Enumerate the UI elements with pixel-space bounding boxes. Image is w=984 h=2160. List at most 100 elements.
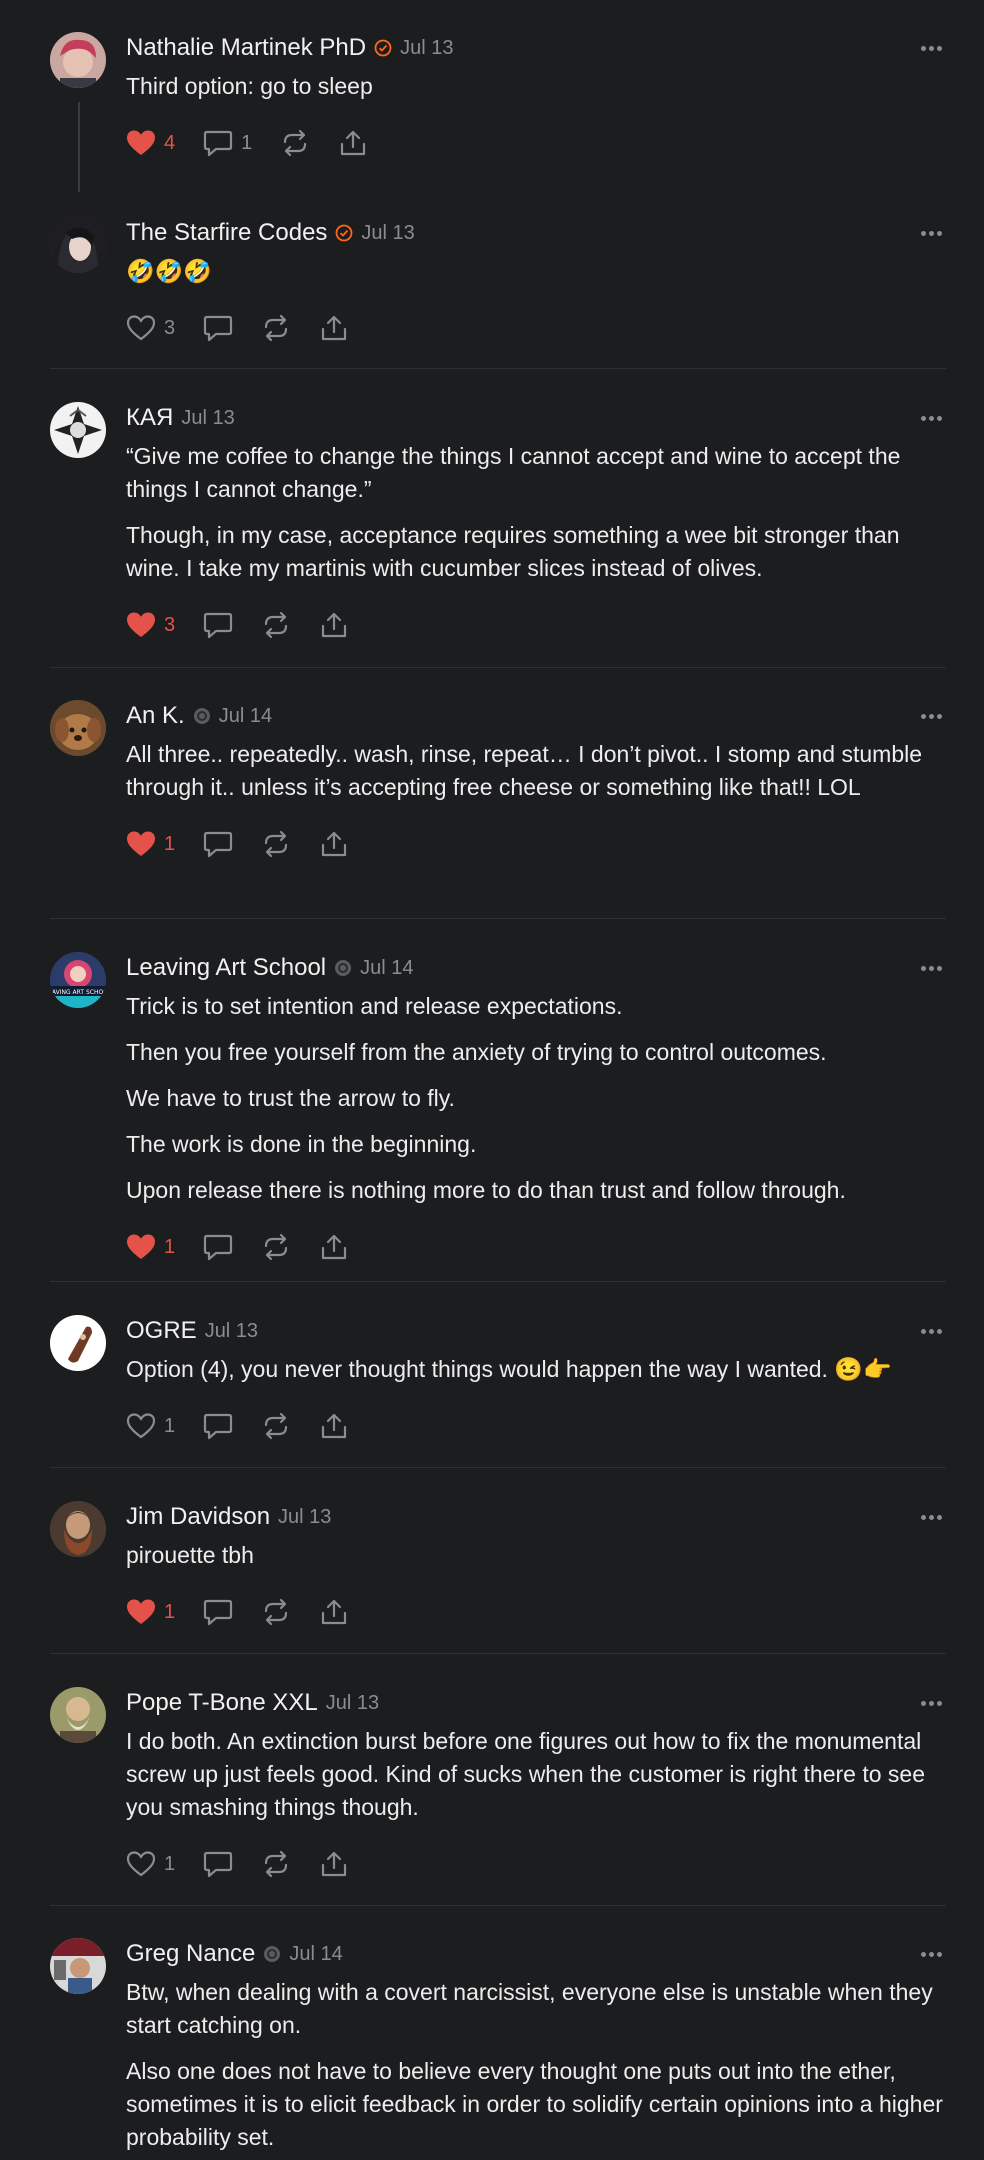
- comment-date[interactable]: Jul 14: [360, 957, 413, 980]
- reply-button[interactable]: [203, 1406, 233, 1446]
- comment-bubble-icon: [204, 1851, 233, 1878]
- like-count: 1: [164, 1852, 176, 1875]
- restack-button[interactable]: [261, 824, 291, 864]
- comment-date[interactable]: Jul 13: [326, 1692, 379, 1715]
- author-name[interactable]: Pope T-Bone XXL: [126, 1689, 318, 1717]
- more-options-icon[interactable]: [918, 402, 942, 434]
- like-count: 1: [164, 832, 176, 855]
- heart-icon: [127, 831, 155, 856]
- reply-button[interactable]: [203, 1227, 233, 1267]
- more-options-icon[interactable]: [918, 217, 942, 249]
- comment-date[interactable]: Jul 14: [219, 705, 272, 728]
- reply-button[interactable]: [203, 824, 233, 864]
- restack-button[interactable]: [261, 1406, 291, 1446]
- avatar[interactable]: [50, 1501, 106, 1557]
- avatar[interactable]: [50, 1687, 106, 1743]
- share-button[interactable]: [319, 1844, 349, 1884]
- author-name[interactable]: Jim Davidson: [126, 1503, 270, 1531]
- reply-button[interactable]: [203, 1844, 233, 1884]
- more-options-icon[interactable]: [918, 32, 942, 64]
- restack-button[interactable]: [280, 123, 310, 163]
- avatar[interactable]: [50, 1315, 106, 1371]
- author-name[interactable]: Greg Nance: [126, 1940, 255, 1968]
- comment-date[interactable]: Jul 13: [278, 1506, 331, 1529]
- comment-bubble-icon: [204, 1413, 233, 1440]
- share-button[interactable]: [319, 605, 349, 645]
- comment: Jim Davidson Jul 13 pirouette tbh 1: [50, 1501, 946, 1654]
- comment-date[interactable]: Jul 13: [181, 407, 234, 430]
- comment-text: Third option: go to sleep: [126, 73, 373, 99]
- restack-icon: [265, 611, 288, 639]
- author-name[interactable]: Leaving Art School: [126, 954, 326, 982]
- author-name[interactable]: The Starfire Codes: [126, 219, 327, 247]
- like-button[interactable]: 1: [126, 1592, 175, 1632]
- comment: The Starfire Codes Jul 13 🤣🤣🤣 3: [50, 217, 946, 369]
- comment-date[interactable]: Jul 13: [361, 222, 414, 245]
- more-options-icon[interactable]: [918, 1687, 942, 1719]
- share-icon: [322, 1413, 347, 1439]
- comment: Nathalie Martinek PhD Jul 13 Third optio…: [50, 32, 946, 200]
- comment-date[interactable]: Jul 14: [289, 1943, 342, 1966]
- comment-text: Option (4), you never thought things wou…: [126, 1356, 892, 1382]
- heart-icon: [127, 130, 155, 155]
- share-icon: [322, 612, 347, 638]
- reply-button[interactable]: 1: [203, 123, 252, 163]
- comment-date[interactable]: Jul 13: [400, 37, 453, 60]
- restack-button[interactable]: [261, 308, 291, 348]
- avatar[interactable]: [50, 402, 106, 458]
- like-button[interactable]: 3: [126, 308, 175, 348]
- subscriber-badge-icon: [193, 707, 211, 725]
- reply-button[interactable]: [203, 308, 233, 348]
- more-options-icon[interactable]: [918, 952, 942, 984]
- comment-text: We have to trust the arrow to fly.: [126, 1085, 455, 1111]
- share-button[interactable]: [319, 308, 349, 348]
- like-button[interactable]: 4: [126, 123, 175, 163]
- like-button[interactable]: 1: [126, 1406, 175, 1446]
- share-button[interactable]: [338, 123, 368, 163]
- comment: Pope T-Bone XXL Jul 13 I do both. An ext…: [50, 1687, 946, 1906]
- more-options-icon[interactable]: [918, 1501, 942, 1533]
- share-button[interactable]: [319, 824, 349, 864]
- comment: Greg Nance Jul 14 Btw, when dealing with…: [50, 1938, 946, 2160]
- comment: КАЯ Jul 13 “Give me coffee to change the…: [50, 402, 946, 668]
- author-name[interactable]: An K.: [126, 702, 185, 730]
- like-button[interactable]: 3: [126, 605, 175, 645]
- comment-bubble-icon: [204, 130, 233, 157]
- restack-icon: [265, 1412, 288, 1440]
- comment-text: pirouette tbh: [126, 1542, 254, 1568]
- comment-bubble-icon: [204, 831, 233, 858]
- author-name[interactable]: КАЯ: [126, 404, 173, 432]
- reply-button[interactable]: [203, 605, 233, 645]
- restack-button[interactable]: [261, 605, 291, 645]
- comment-text: Upon release there is nothing more to do…: [126, 1177, 846, 1203]
- share-button[interactable]: [319, 1592, 349, 1632]
- author-name[interactable]: OGRE: [126, 1317, 197, 1345]
- verified-check-icon: [335, 224, 353, 242]
- avatar[interactable]: [50, 700, 106, 756]
- like-button[interactable]: 1: [126, 1844, 175, 1884]
- restack-button[interactable]: [261, 1592, 291, 1632]
- author-name[interactable]: Nathalie Martinek PhD: [126, 34, 366, 62]
- more-options-icon[interactable]: [918, 1315, 942, 1347]
- restack-button[interactable]: [261, 1844, 291, 1884]
- avatar[interactable]: LEAVING ART SCHOOL: [50, 952, 106, 1008]
- restack-button[interactable]: [261, 1227, 291, 1267]
- like-button[interactable]: 1: [126, 824, 175, 864]
- reply-button[interactable]: [203, 1592, 233, 1632]
- comment-date[interactable]: Jul 13: [205, 1320, 258, 1343]
- avatar[interactable]: [50, 1938, 106, 1994]
- heart-icon: [127, 1599, 155, 1624]
- comment-text: Though, in my case, acceptance requires …: [126, 522, 900, 581]
- restack-icon: [265, 314, 288, 342]
- restack-icon: [265, 1598, 288, 1626]
- heart-outline-icon: [126, 315, 156, 341]
- avatar[interactable]: [50, 217, 106, 273]
- share-button[interactable]: [319, 1227, 349, 1267]
- reply-count: 1: [241, 131, 253, 154]
- more-options-icon[interactable]: [918, 1938, 942, 1970]
- heart-outline-icon: [126, 1413, 156, 1439]
- like-button[interactable]: 1: [126, 1227, 175, 1267]
- avatar[interactable]: [50, 32, 106, 88]
- more-options-icon[interactable]: [918, 700, 942, 732]
- share-button[interactable]: [319, 1406, 349, 1446]
